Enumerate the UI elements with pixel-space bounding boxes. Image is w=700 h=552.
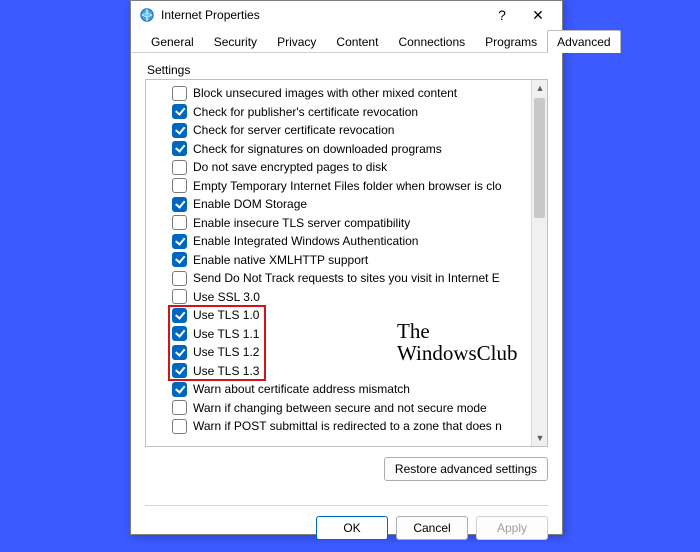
- checkbox[interactable]: [172, 215, 187, 230]
- scroll-down-icon[interactable]: ▼: [532, 430, 548, 446]
- settings-row[interactable]: Check for server certificate revocation: [152, 121, 529, 140]
- checkbox[interactable]: [172, 104, 187, 119]
- ok-button[interactable]: OK: [316, 516, 388, 540]
- settings-row-label: Enable DOM Storage: [193, 197, 307, 211]
- settings-row-label: Do not save encrypted pages to disk: [193, 160, 387, 174]
- checkbox[interactable]: [172, 326, 187, 341]
- settings-row[interactable]: Check for publisher's certificate revoca…: [152, 103, 529, 122]
- checkbox[interactable]: [172, 123, 187, 138]
- settings-row[interactable]: Enable native XMLHTTP support: [152, 251, 529, 270]
- tab-content[interactable]: Content: [326, 30, 388, 53]
- checkbox[interactable]: [172, 234, 187, 249]
- checkbox[interactable]: [172, 86, 187, 101]
- settings-row-label: Send Do Not Track requests to sites you …: [193, 271, 500, 285]
- settings-listbox: Block unsecured images with other mixed …: [145, 79, 548, 447]
- tab-row: GeneralSecurityPrivacyContentConnections…: [131, 29, 562, 53]
- settings-row[interactable]: Warn if POST submittal is redirected to …: [152, 417, 529, 436]
- scroll-up-icon[interactable]: ▲: [532, 80, 548, 96]
- close-button[interactable]: ✕: [520, 1, 556, 29]
- checkbox[interactable]: [172, 400, 187, 415]
- restore-advanced-settings-button[interactable]: Restore advanced settings: [384, 457, 548, 481]
- settings-section-label: Settings: [147, 63, 548, 77]
- settings-row-label: Check for signatures on downloaded progr…: [193, 142, 442, 156]
- internet-options-icon: [139, 7, 155, 23]
- settings-row-label: Check for server certificate revocation: [193, 123, 394, 137]
- checkbox[interactable]: [172, 382, 187, 397]
- checkbox[interactable]: [172, 160, 187, 175]
- checkbox[interactable]: [172, 197, 187, 212]
- scroll-thumb[interactable]: [534, 98, 545, 218]
- window-title: Internet Properties: [161, 8, 484, 22]
- settings-row[interactable]: Send Do Not Track requests to sites you …: [152, 269, 529, 288]
- checkbox[interactable]: [172, 345, 187, 360]
- cancel-button[interactable]: Cancel: [396, 516, 468, 540]
- settings-row-label: Empty Temporary Internet Files folder wh…: [193, 179, 502, 193]
- checkbox[interactable]: [172, 252, 187, 267]
- checkbox[interactable]: [172, 141, 187, 156]
- settings-row[interactable]: Do not save encrypted pages to disk: [152, 158, 529, 177]
- settings-row[interactable]: Use TLS 1.1: [152, 325, 529, 344]
- settings-row[interactable]: Block unsecured images with other mixed …: [152, 84, 529, 103]
- settings-row-label: Enable native XMLHTTP support: [193, 253, 368, 267]
- checkbox[interactable]: [172, 308, 187, 323]
- checkbox[interactable]: [172, 419, 187, 434]
- settings-row[interactable]: Use TLS 1.2: [152, 343, 529, 362]
- dialog-button-row: OK Cancel Apply: [131, 506, 562, 552]
- tab-general[interactable]: General: [141, 30, 204, 53]
- settings-row[interactable]: Enable insecure TLS server compatibility: [152, 214, 529, 233]
- tab-connections[interactable]: Connections: [388, 30, 475, 53]
- settings-row[interactable]: Use SSL 3.0: [152, 288, 529, 307]
- settings-row-label: Check for publisher's certificate revoca…: [193, 105, 418, 119]
- settings-scrollbar[interactable]: ▲ ▼: [531, 80, 547, 446]
- tab-privacy[interactable]: Privacy: [267, 30, 326, 53]
- internet-properties-dialog: Internet Properties ? ✕ GeneralSecurityP…: [130, 0, 563, 535]
- settings-row-label: Warn about certificate address mismatch: [193, 382, 410, 396]
- settings-row-label: Block unsecured images with other mixed …: [193, 86, 457, 100]
- checkbox[interactable]: [172, 289, 187, 304]
- tab-programs[interactable]: Programs: [475, 30, 547, 53]
- settings-row-label: Enable Integrated Windows Authentication: [193, 234, 418, 248]
- apply-button[interactable]: Apply: [476, 516, 548, 540]
- settings-row-label: Enable insecure TLS server compatibility: [193, 216, 410, 230]
- settings-row[interactable]: Enable DOM Storage: [152, 195, 529, 214]
- settings-row-label: Warn if POST submittal is redirected to …: [193, 419, 502, 433]
- settings-row-label: Warn if changing between secure and not …: [193, 401, 487, 415]
- settings-row-label: Use TLS 1.3: [193, 364, 259, 378]
- help-button[interactable]: ?: [484, 1, 520, 29]
- settings-row[interactable]: Use TLS 1.3: [152, 362, 529, 381]
- settings-row[interactable]: Warn if changing between secure and not …: [152, 399, 529, 418]
- settings-row[interactable]: Empty Temporary Internet Files folder wh…: [152, 177, 529, 196]
- settings-row[interactable]: Check for signatures on downloaded progr…: [152, 140, 529, 159]
- settings-row-label: Use TLS 1.1: [193, 327, 259, 341]
- tab-advanced[interactable]: Advanced: [547, 30, 620, 53]
- checkbox[interactable]: [172, 363, 187, 378]
- settings-row-label: Use SSL 3.0: [193, 290, 260, 304]
- tab-security[interactable]: Security: [204, 30, 267, 53]
- titlebar: Internet Properties ? ✕: [131, 1, 562, 29]
- settings-row-label: Use TLS 1.0: [193, 308, 259, 322]
- settings-row[interactable]: Enable Integrated Windows Authentication: [152, 232, 529, 251]
- settings-row[interactable]: Use TLS 1.0: [152, 306, 529, 325]
- settings-row[interactable]: Warn about certificate address mismatch: [152, 380, 529, 399]
- settings-row-label: Use TLS 1.2: [193, 345, 259, 359]
- checkbox[interactable]: [172, 178, 187, 193]
- checkbox[interactable]: [172, 271, 187, 286]
